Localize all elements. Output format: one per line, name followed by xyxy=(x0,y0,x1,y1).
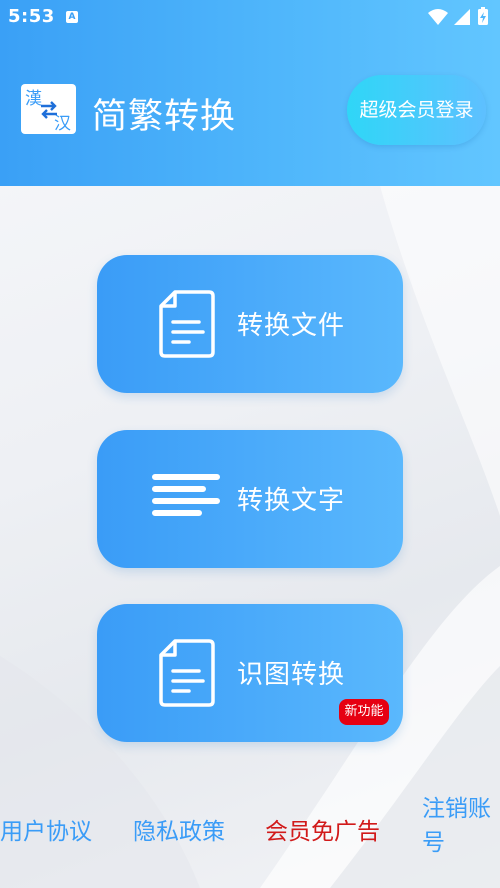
delete-account-line1: 注销账 xyxy=(422,796,491,822)
user-agreement-link[interactable]: 用户协议 xyxy=(0,812,92,846)
file-icon xyxy=(159,290,215,358)
convert-text-button[interactable]: 转换文字 xyxy=(97,430,403,568)
logo-top-char: 漢 xyxy=(25,89,42,109)
file-icon xyxy=(159,639,215,707)
logo-bottom-char: 汉 xyxy=(54,114,71,134)
wifi-icon xyxy=(428,9,448,25)
battery-icon xyxy=(478,7,488,25)
convert-text-label: 转换文字 xyxy=(237,486,346,516)
app-title: 简繁转换 xyxy=(92,97,237,137)
vip-login-button[interactable]: 超级会员登录 xyxy=(347,75,486,145)
footer-links: 用户协议 隐私政策 会员免广告 注销账 号 xyxy=(0,786,500,888)
text-lines-icon xyxy=(152,474,220,516)
image-convert-label: 识图转换 xyxy=(237,660,346,690)
notification-a-icon: A xyxy=(66,11,78,23)
convert-file-button[interactable]: 转换文件 xyxy=(97,255,403,393)
main-screen: 5:53 A 漢 汉 简繁转换 超级会员登录 转换文件 转换文字 识图转换 新功… xyxy=(0,0,500,888)
status-bar: 5:53 A xyxy=(0,0,500,34)
new-feature-badge: 新功能 xyxy=(339,699,389,725)
app-header: 5:53 A 漢 汉 简繁转换 超级会员登录 xyxy=(0,0,500,186)
signal-icon xyxy=(454,9,470,25)
delete-account-link[interactable]: 注销账 号 xyxy=(422,792,491,860)
status-time: 5:53 xyxy=(8,6,55,27)
vip-ad-free-link[interactable]: 会员免广告 xyxy=(265,812,380,846)
delete-account-line2: 号 xyxy=(422,830,445,856)
convert-file-label: 转换文件 xyxy=(237,311,346,341)
image-convert-button[interactable]: 识图转换 新功能 xyxy=(97,604,403,742)
app-logo: 漢 汉 xyxy=(21,84,76,134)
privacy-policy-link[interactable]: 隐私政策 xyxy=(133,812,225,846)
system-icons xyxy=(426,7,492,31)
